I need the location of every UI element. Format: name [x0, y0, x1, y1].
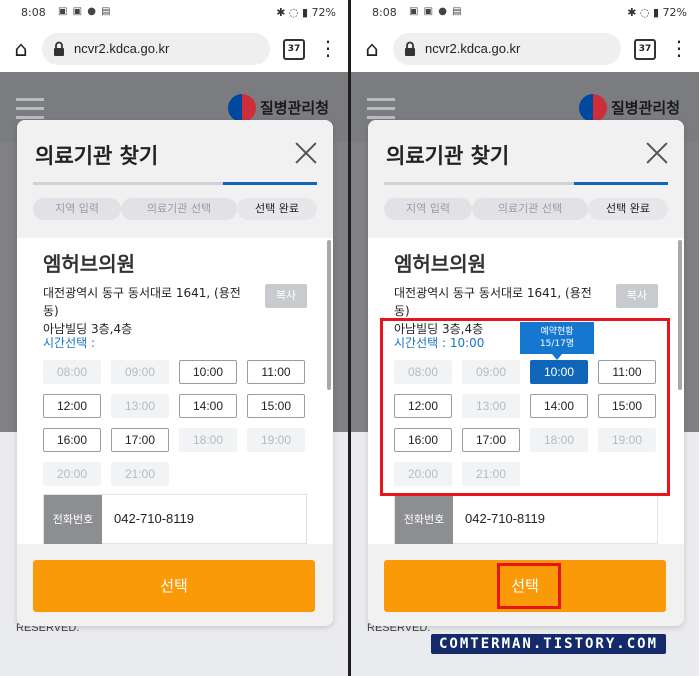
- time-slot[interactable]: 17:00: [111, 428, 169, 452]
- close-icon[interactable]: [295, 142, 317, 164]
- emblem-icon: [228, 94, 256, 122]
- scrollbar[interactable]: [678, 240, 682, 390]
- notification-icons: ▣ ▣ ● ▤: [409, 6, 463, 17]
- tab-switcher-button[interactable]: 37: [283, 39, 305, 60]
- close-icon[interactable]: [646, 142, 668, 164]
- clinic-address: 대전광역시 동구 동서대로 1641, (용전동) 아남빌딩 3층,4층: [43, 284, 253, 338]
- lock-icon: [405, 41, 415, 56]
- url-text: ncvr2.kdca.go.kr: [425, 41, 521, 56]
- copy-address-button[interactable]: 복사: [265, 284, 307, 308]
- address-line-1: 대전광역시 동구 동서대로 1641, (용전동): [43, 286, 241, 318]
- battery-level: ✱ ◌ ▮ 72%: [627, 6, 687, 19]
- modal-title: 의료기관 찾기: [386, 144, 510, 168]
- hamburger-menu-icon[interactable]: [367, 98, 395, 119]
- modal-body: 엠허브의원 대전광역시 동구 동서대로 1641, (용전동) 아남빌딩 3층,…: [17, 238, 333, 544]
- select-button-highlight-box: [497, 563, 561, 609]
- url-text: ncvr2.kdca.go.kr: [74, 41, 170, 56]
- phone-row: 전화번호 042-710-8119: [43, 494, 307, 544]
- step-hospital-select[interactable]: 의료기관 선택: [121, 198, 237, 220]
- status-bar: 8:08 ▣ ▣ ● ▤ ✱ ◌ ▮ 72%: [351, 0, 699, 26]
- time-slot[interactable]: 11:00: [247, 360, 305, 384]
- more-menu-icon[interactable]: ⋮: [669, 36, 689, 60]
- scrollbar[interactable]: [327, 240, 331, 390]
- phone-screen-before: 8:08 ▣ ▣ ● ▤ ✱ ◌ ▮ 72% ⌂ ncvr2.kdca.go.k…: [0, 0, 348, 676]
- copy-address-button[interactable]: 복사: [616, 284, 658, 308]
- modal-header: 의료기관 찾기 지역 입력 의료기관 선택 선택 완료: [368, 120, 684, 238]
- logo-text: 질병관리청: [260, 99, 330, 117]
- more-menu-icon[interactable]: ⋮: [318, 36, 338, 60]
- battery-percent: 72%: [311, 6, 336, 19]
- logo-text: 질병관리청: [611, 99, 681, 117]
- time-slot: 21:00: [111, 462, 169, 486]
- time-slot-highlight-box: [380, 318, 670, 496]
- time-slot: 18:00: [179, 428, 237, 452]
- comparison-screenshot: 8:08 ▣ ▣ ● ▤ ✱ ◌ ▮ 72% ⌂ ncvr2.kdca.go.k…: [0, 0, 700, 676]
- step-region-input[interactable]: 지역 입력: [33, 198, 121, 220]
- phone-screen-after: 8:08 ▣ ▣ ● ▤ ✱ ◌ ▮ 72% ⌂ ncvr2.kdca.go.k…: [351, 0, 699, 676]
- address-bar[interactable]: ncvr2.kdca.go.kr: [393, 33, 621, 65]
- progress-fill: [574, 182, 668, 185]
- web-page: 질병관리청 RESERVED. 의료기관 찾기 지역 입력 의료기관 선택 선택…: [0, 72, 348, 676]
- select-button[interactable]: 선택: [33, 560, 315, 612]
- notification-icons: ▣ ▣ ● ▤: [58, 6, 112, 17]
- time-slot: 08:00: [43, 360, 101, 384]
- address-line-1: 대전광역시 동구 동서대로 1641, (용전동): [394, 286, 592, 318]
- time-slot[interactable]: 10:00: [179, 360, 237, 384]
- hospital-search-modal: 의료기관 찾기 지역 입력 의료기관 선택 선택 완료 엠허브의원 대전광역시 …: [17, 120, 333, 626]
- time-slot[interactable]: 15:00: [247, 394, 305, 418]
- time-selection-label: 시간선택 :: [43, 336, 96, 350]
- phone-number: 042-710-8119: [114, 511, 194, 526]
- time-slot: 19:00: [247, 428, 305, 452]
- home-icon[interactable]: ⌂: [8, 36, 34, 62]
- browser-toolbar: ⌂ ncvr2.kdca.go.kr 37 ⋮: [0, 26, 348, 72]
- time-slot[interactable]: 12:00: [43, 394, 101, 418]
- browser-toolbar: ⌂ ncvr2.kdca.go.kr 37 ⋮: [351, 26, 699, 72]
- phone-label: 전화번호: [395, 495, 453, 544]
- watermark: COMTERMAN.TISTORY.COM: [431, 634, 667, 654]
- step-tabs: 지역 입력 의료기관 선택 선택 완료: [33, 198, 321, 220]
- phone-number: 042-710-8119: [465, 511, 545, 526]
- step-progress-bar: [33, 182, 317, 185]
- status-time: 8:08: [372, 6, 397, 19]
- status-bar: 8:08 ▣ ▣ ● ▤ ✱ ◌ ▮ 72%: [0, 0, 348, 26]
- time-slot: 13:00: [111, 394, 169, 418]
- phone-row: 전화번호 042-710-8119: [394, 494, 658, 544]
- modal-title: 의료기관 찾기: [35, 144, 159, 168]
- lock-icon: [54, 41, 64, 56]
- site-logo: 질병관리청: [228, 94, 336, 122]
- progress-fill: [223, 182, 317, 185]
- step-tabs: 지역 입력 의료기관 선택 선택 완료: [384, 198, 672, 220]
- phone-label: 전화번호: [44, 495, 102, 544]
- tab-switcher-button[interactable]: 37: [634, 39, 656, 60]
- time-slot[interactable]: 14:00: [179, 394, 237, 418]
- step-select-complete[interactable]: 선택 완료: [237, 198, 317, 220]
- modal-header: 의료기관 찾기 지역 입력 의료기관 선택 선택 완료: [17, 120, 333, 238]
- time-slot: 20:00: [43, 462, 101, 486]
- step-select-complete[interactable]: 선택 완료: [588, 198, 668, 220]
- time-slot: 09:00: [111, 360, 169, 384]
- step-hospital-select[interactable]: 의료기관 선택: [472, 198, 588, 220]
- emblem-icon: [579, 94, 607, 122]
- step-region-input[interactable]: 지역 입력: [384, 198, 472, 220]
- site-logo: 질병관리청: [579, 94, 687, 122]
- time-slot[interactable]: 16:00: [43, 428, 101, 452]
- step-progress-bar: [384, 182, 668, 185]
- status-time: 8:08: [21, 6, 46, 19]
- clinic-name: 엠허브의원: [43, 252, 135, 276]
- battery-percent: 72%: [662, 6, 687, 19]
- modal-footer: 선택: [17, 544, 333, 626]
- clinic-name: 엠허브의원: [394, 252, 486, 276]
- home-icon[interactable]: ⌂: [359, 36, 385, 62]
- battery-level: ✱ ◌ ▮ 72%: [276, 6, 336, 19]
- address-bar[interactable]: ncvr2.kdca.go.kr: [42, 33, 270, 65]
- hamburger-menu-icon[interactable]: [16, 98, 44, 119]
